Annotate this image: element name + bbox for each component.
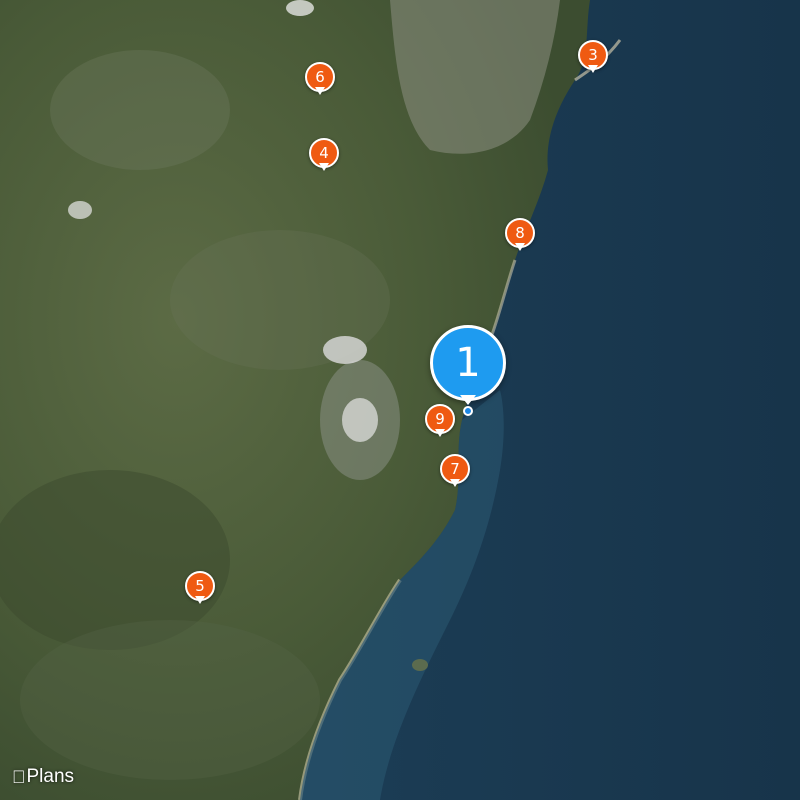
satellite-map[interactable]: 3 4 5 6 7 8 9 1  Plans (0, 0, 800, 800)
map-pin-5[interactable]: 5 (185, 571, 215, 604)
location-dot (463, 406, 473, 416)
map-pin-7[interactable]: 7 (440, 454, 470, 487)
apple-logo-icon:  (12, 767, 26, 788)
pin-tail (515, 243, 525, 251)
pin-tail (195, 596, 205, 604)
map-terrain (0, 0, 800, 800)
pin-tail (315, 87, 325, 95)
map-pin-1-selected[interactable]: 1 (430, 325, 506, 405)
map-attribution[interactable]:  Plans (12, 766, 74, 788)
attribution-label: Plans (13, 766, 75, 787)
map-pin-8[interactable]: 8 (505, 218, 535, 251)
pin-tail (435, 429, 445, 437)
pin-tail (460, 395, 476, 405)
pin-tail (450, 479, 460, 487)
map-pin-6[interactable]: 6 (305, 62, 335, 95)
selected-pin-label: 1 (430, 325, 506, 401)
pin-tail (319, 163, 329, 171)
map-pin-3[interactable]: 3 (578, 40, 608, 73)
pin-tail (588, 65, 598, 73)
map-pin-4[interactable]: 4 (309, 138, 339, 171)
map-pin-9[interactable]: 9 (425, 404, 455, 437)
